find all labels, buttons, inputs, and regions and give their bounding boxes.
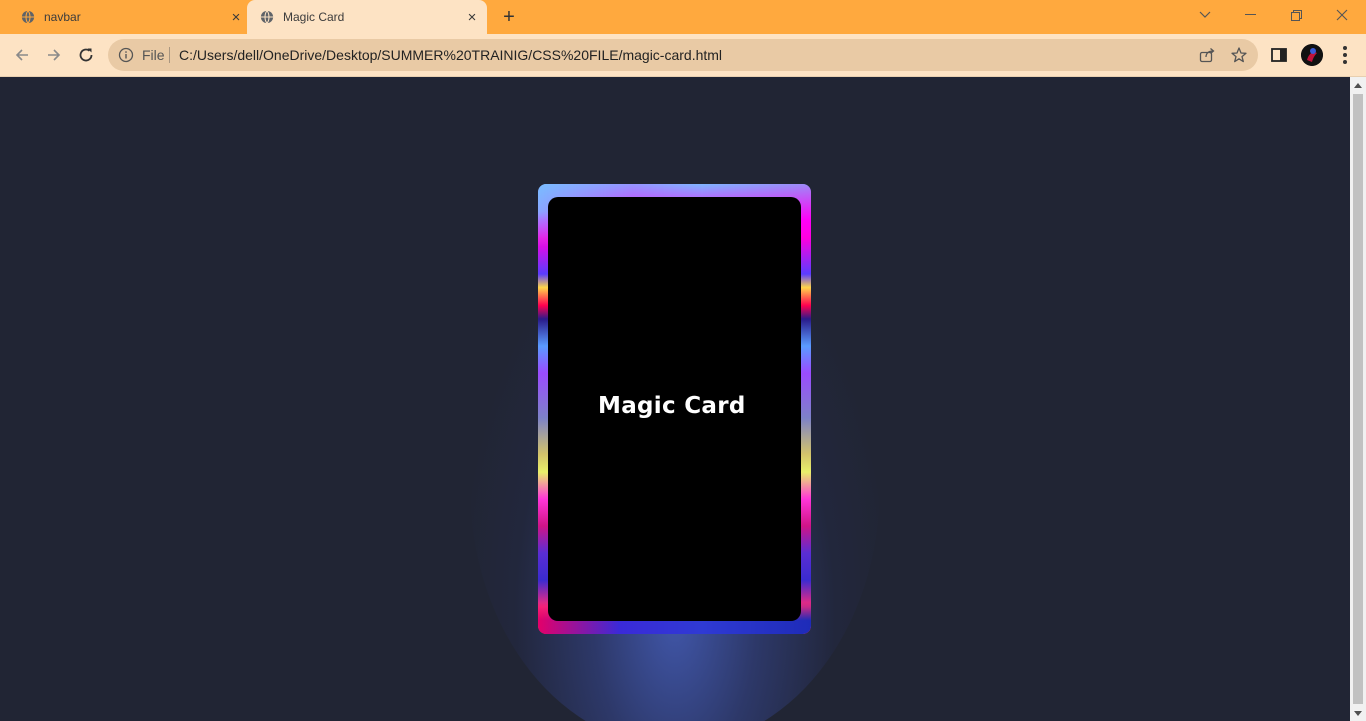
dot xyxy=(1343,46,1347,50)
share-icon[interactable] xyxy=(1198,46,1216,64)
scroll-down-button[interactable] xyxy=(1350,705,1366,721)
arrow-right-icon xyxy=(48,49,61,61)
dot xyxy=(1343,53,1347,57)
page-viewport: Magic Card xyxy=(0,77,1350,721)
close-window-button[interactable] xyxy=(1319,0,1365,30)
card-title: Magic Card xyxy=(598,393,746,419)
browser-toolbar: File C:/Users/dell/OneDrive/Desktop/SUMM… xyxy=(0,34,1366,77)
minimize-button[interactable] xyxy=(1227,0,1273,30)
divider xyxy=(169,47,170,63)
restore-button[interactable] xyxy=(1273,0,1319,30)
scheme-label: File xyxy=(142,47,165,63)
profile-avatar-icon xyxy=(1301,44,1323,66)
forward-button[interactable] xyxy=(42,43,66,67)
triangle-up-icon xyxy=(1354,82,1362,88)
avatar[interactable] xyxy=(1301,44,1323,66)
close-tab-icon[interactable]: × xyxy=(464,9,480,26)
tab-search-button[interactable] xyxy=(1182,0,1228,30)
dot xyxy=(1343,60,1347,64)
scroll-up-button[interactable] xyxy=(1350,77,1366,93)
close-tab-icon[interactable]: × xyxy=(228,9,244,26)
globe-icon xyxy=(21,10,35,24)
tab-magic-card[interactable]: Magic Card × xyxy=(247,0,487,34)
triangle-down-icon xyxy=(1354,710,1362,716)
url-text[interactable]: C:/Users/dell/OneDrive/Desktop/SUMMER%20… xyxy=(179,47,722,63)
minimize-icon xyxy=(1244,14,1256,15)
arrow-left-icon xyxy=(15,49,28,61)
more-menu-button[interactable] xyxy=(1336,44,1354,66)
scroll-thumb[interactable] xyxy=(1353,94,1363,704)
new-tab-button[interactable]: + xyxy=(499,7,519,27)
restore-icon xyxy=(1290,9,1302,21)
tab-title: Magic Card xyxy=(283,10,345,24)
tab-navbar[interactable]: navbar × xyxy=(8,0,246,34)
bookmark-star-icon[interactable] xyxy=(1230,46,1248,64)
tab-title: navbar xyxy=(44,10,81,24)
info-icon[interactable] xyxy=(118,47,134,63)
reload-icon xyxy=(79,48,93,62)
chevron-down-icon xyxy=(1199,11,1211,18)
back-button[interactable] xyxy=(10,43,34,67)
close-icon xyxy=(1336,9,1348,21)
reload-button[interactable] xyxy=(74,43,98,67)
side-panel-icon[interactable] xyxy=(1270,46,1288,64)
address-bar[interactable]: File C:/Users/dell/OneDrive/Desktop/SUMM… xyxy=(108,39,1258,71)
vertical-scrollbar[interactable] xyxy=(1350,77,1366,721)
tab-strip: navbar × Magic Card × + xyxy=(0,0,1366,34)
globe-icon xyxy=(260,10,274,24)
